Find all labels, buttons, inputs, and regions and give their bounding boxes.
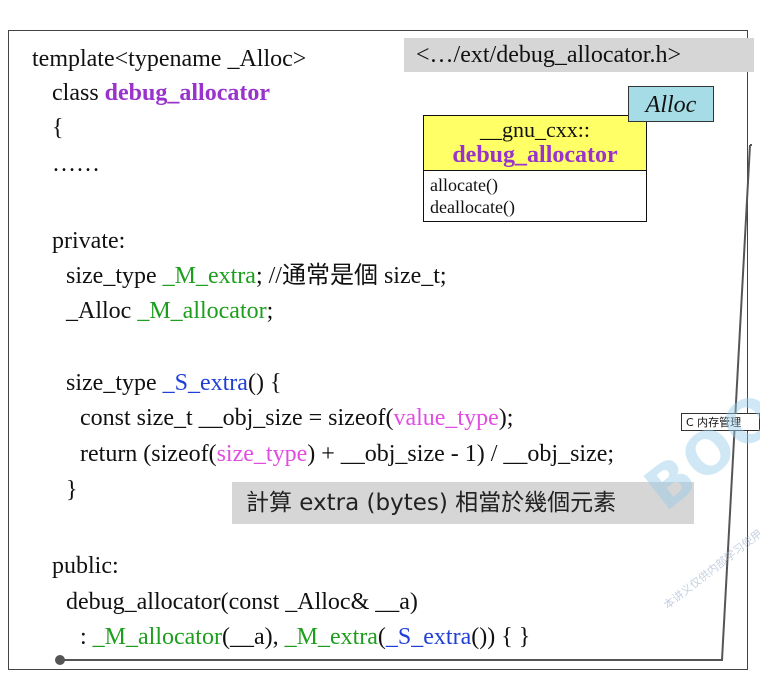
code-line-1: template<typename _Alloc>: [32, 46, 307, 72]
member-m-extra: _M_extra: [162, 263, 256, 289]
member-m-allocator: _M_allocator: [137, 298, 267, 324]
header-file-tag: <…/ext/debug_allocator.h>: [404, 38, 754, 72]
type-size-type: size_type: [216, 441, 308, 467]
code-text: ()) { }: [471, 624, 531, 650]
code-line-3: {: [52, 115, 64, 141]
code-line-6: size_type _M_extra; //通常是個 size_t;: [66, 262, 447, 290]
code-line-8: size_type _S_extra() {: [66, 369, 281, 397]
uml-class-box: __gnu_cxx:: debug_allocator allocate() d…: [423, 115, 647, 222]
code-text: const size_t __obj_size = sizeof(: [80, 405, 394, 431]
connector-dot: [55, 655, 65, 665]
func-s-extra: _S_extra: [162, 370, 248, 396]
code-line-10: return (sizeof(size_type) + __obj_size -…: [80, 440, 614, 468]
func-s-extra-call: _S_extra: [385, 624, 472, 650]
code-text: return (sizeof(: [80, 441, 217, 467]
extra-note-callout: 計算 extra (bytes) 相當於幾個元素: [232, 482, 694, 524]
code-line-4: ……: [52, 151, 100, 177]
uml-op-allocate: allocate(): [430, 175, 498, 195]
code-line-11: }: [66, 477, 78, 503]
code-text: size_type: [66, 370, 163, 396]
code-text: size_type: [66, 263, 163, 289]
code-text: :: [80, 624, 93, 650]
code-line-12: public:: [52, 553, 119, 579]
code-line-5: private:: [52, 228, 126, 254]
code-line-9: const size_t __obj_size = sizeof(value_t…: [80, 404, 513, 432]
code-text: (__a),: [221, 624, 285, 650]
code-line-2: class debug_allocator: [52, 79, 270, 107]
uml-namespace: __gnu_cxx::: [480, 117, 590, 142]
member-m-allocator-init: _M_allocator: [92, 624, 222, 650]
code-text: ; //通常是個 size_t;: [255, 263, 447, 289]
code-text: ) + __obj_size - 1) / __obj_size;: [307, 441, 615, 467]
code-line-13: debug_allocator(const _Alloc& __a): [66, 589, 418, 615]
code-text: (: [377, 624, 386, 650]
uml-operations: allocate() deallocate(): [424, 171, 646, 221]
type-value-type: value_type: [393, 405, 499, 431]
code-line-7: _Alloc _M_allocator;: [66, 297, 273, 325]
code-text: () {: [247, 370, 282, 396]
connector-path: [60, 144, 751, 661]
member-m-extra-init: _M_extra: [284, 624, 378, 650]
uml-header: __gnu_cxx:: debug_allocator: [424, 116, 646, 171]
code-text: );: [498, 405, 514, 431]
code-keyword: class: [52, 80, 105, 106]
uml-class-name: debug_allocator: [452, 142, 618, 168]
template-param-alloc: Alloc: [628, 86, 714, 122]
code-text: ;: [266, 298, 274, 324]
code-text: _Alloc: [66, 298, 138, 324]
uml-op-deallocate: deallocate(): [430, 197, 515, 217]
class-name: debug_allocator: [104, 80, 270, 106]
code-line-14: : _M_allocator(__a), _M_extra(_S_extra()…: [80, 623, 530, 651]
